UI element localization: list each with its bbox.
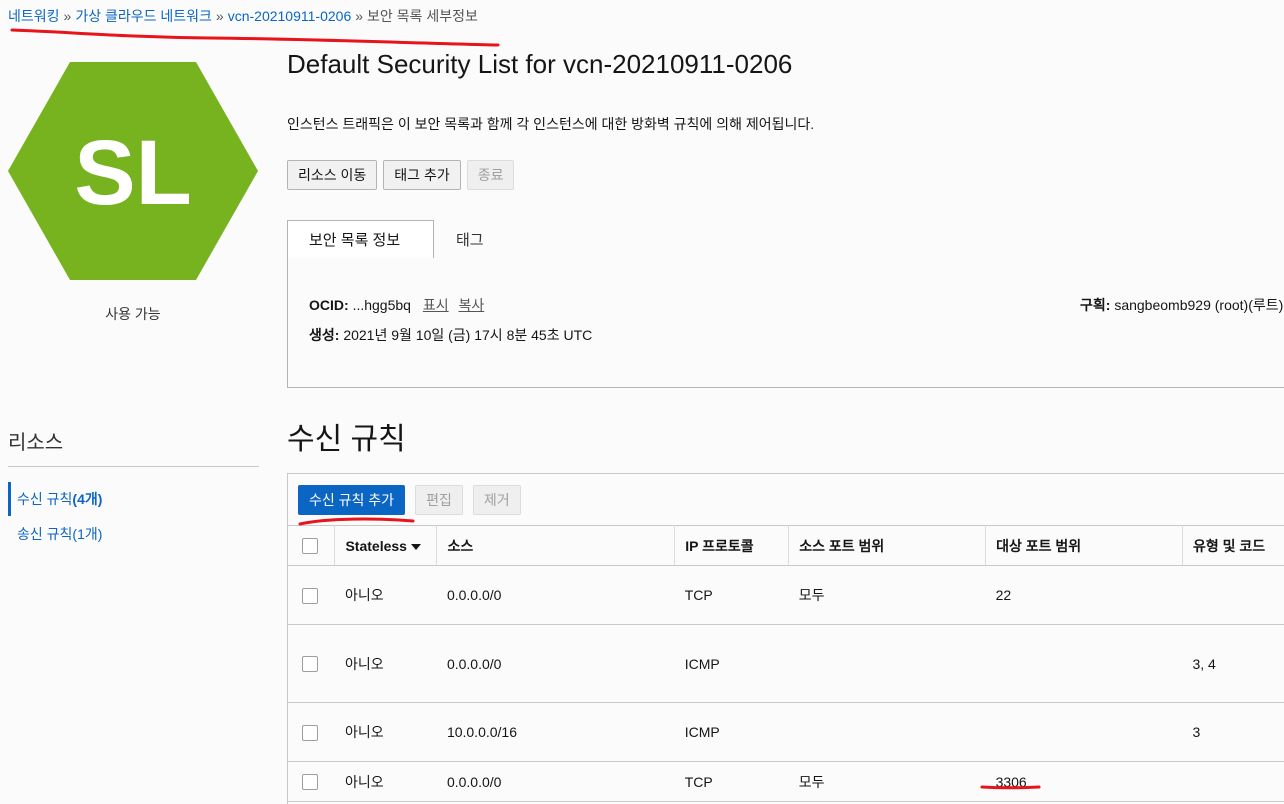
- page-title: Default Security List for vcn-20210911-0…: [287, 49, 793, 79]
- tab-security-list-info[interactable]: 보안 목록 정보: [287, 220, 434, 259]
- row-select-cell: [288, 761, 335, 802]
- created-label: 생성:: [309, 327, 340, 343]
- column-header-source-port-range: 소스 포트 범위: [788, 525, 987, 566]
- ingress-rules-table: 수신 규칙 추가 편집 제거 Stateless 소스 IP 프로토콜 소스 포…: [287, 473, 1284, 804]
- logo-text: SL: [74, 122, 192, 224]
- created-value: 2021년 9월 10일 (금) 17시 8분 45초 UTC: [343, 327, 593, 343]
- breadcrumb-separator: »: [63, 8, 72, 24]
- source-cell: 0.0.0.0/0: [436, 565, 675, 625]
- section-title: 수신 규칙: [287, 423, 406, 456]
- sidebar-item-count: (4개): [72, 491, 103, 507]
- sidebar-item-ingress-rules[interactable]: 수신 규칙 (4개): [8, 482, 259, 516]
- ocid-row: OCID: ...hgg5bq 표시 복사: [309, 295, 484, 315]
- rules-table: Stateless 소스 IP 프로토콜 소스 포트 범위 대상 포트 범위 유…: [288, 525, 1284, 802]
- column-header-type-and-code: 유형 및 코드: [1182, 525, 1284, 566]
- security-list-logo: SL: [8, 62, 258, 280]
- source-cell: 0.0.0.0/0: [436, 761, 675, 802]
- protocol-cell: TCP: [674, 565, 789, 625]
- destination-port-cell: [985, 624, 1183, 703]
- compartment-row: 구획: sangbeomb929 (root)(루트): [1080, 295, 1283, 315]
- protocol-cell: ICMP: [674, 624, 789, 703]
- table-row: 아니오 0.0.0.0/0 ICMP 3, 4: [288, 624, 1284, 703]
- breadcrumb-separator: »: [215, 8, 224, 24]
- add-ingress-rule-button[interactable]: 수신 규칙 추가: [298, 485, 406, 515]
- source-port-cell: [788, 624, 986, 703]
- destination-port-cell: 22: [985, 565, 1183, 625]
- page-description: 인스턴스 트래픽은 이 보안 목록과 함께 각 인스턴스에 대한 방화벽 규칙에…: [287, 116, 815, 132]
- row-checkbox[interactable]: [302, 587, 318, 604]
- detail-tabs: 보안 목록 정보 태그: [287, 220, 1284, 259]
- source-port-cell: 모두: [788, 761, 986, 802]
- row-select-cell: [288, 702, 335, 762]
- type-code-cell: [1182, 761, 1284, 802]
- sidebar-item-label: 수신 규칙: [17, 491, 73, 507]
- breadcrumb-vcn-list[interactable]: 가상 클라우드 네트워크: [75, 8, 212, 24]
- stateless-cell: 아니오: [334, 565, 437, 625]
- move-resource-button[interactable]: 리소스 이동: [287, 160, 378, 190]
- ocid-value: ...hgg5bq: [352, 297, 411, 313]
- sidebar-item-egress-rules[interactable]: 송신 규칙 (1개): [8, 517, 259, 551]
- column-header-stateless[interactable]: Stateless: [334, 525, 438, 566]
- compartment-label: 구획:: [1080, 297, 1111, 313]
- type-code-cell: [1182, 565, 1284, 625]
- column-header-destination-port-range: 대상 포트 범위: [985, 525, 1183, 566]
- select-all-cell: [288, 525, 336, 566]
- divider: [8, 466, 259, 467]
- status-label: 사용 가능: [105, 306, 161, 322]
- add-tags-button[interactable]: 태그 추가: [383, 160, 461, 190]
- destination-port-cell: 3306: [985, 761, 1183, 802]
- table-toolbar: 수신 규칙 추가 편집 제거: [298, 485, 521, 515]
- edit-button[interactable]: 편집: [415, 485, 463, 515]
- ocid-label: OCID:: [309, 297, 349, 313]
- terminate-button[interactable]: 종료: [466, 160, 515, 190]
- stateless-cell: 아니오: [334, 702, 437, 762]
- red-underline-annotation: [10, 28, 500, 47]
- protocol-cell: ICMP: [674, 702, 789, 762]
- breadcrumb: 네트워킹» 가상 클라우드 네트워크» vcn-20210911-0206» 보안 목…: [8, 6, 478, 26]
- source-port-cell: 모두: [788, 565, 986, 625]
- breadcrumb-vcn[interactable]: vcn-20210911-0206: [228, 8, 352, 24]
- breadcrumb-networking[interactable]: 네트워킹: [8, 8, 60, 24]
- stateless-cell: 아니오: [334, 761, 437, 802]
- sort-desc-icon: [410, 543, 421, 550]
- row-checkbox[interactable]: [302, 774, 318, 791]
- source-cell: 0.0.0.0/0: [436, 624, 675, 703]
- row-checkbox[interactable]: [302, 724, 318, 741]
- source-port-cell: [788, 702, 986, 762]
- column-header-ip-protocol: IP 프로토콜: [674, 525, 790, 566]
- ocid-copy-link[interactable]: 복사: [459, 297, 485, 313]
- action-buttons: 리소스 이동 태그 추가 종료: [287, 160, 515, 190]
- select-all-checkbox[interactable]: [302, 538, 318, 555]
- created-row: 생성: 2021년 9월 10일 (금) 17시 8분 45초 UTC: [309, 325, 592, 345]
- source-cell: 10.0.0.0/16: [436, 702, 675, 762]
- row-checkbox[interactable]: [302, 656, 318, 673]
- breadcrumb-separator: »: [355, 8, 364, 24]
- table-row: 아니오 0.0.0.0/0 TCP 모두 22: [288, 565, 1284, 625]
- table-row: 아니오 0.0.0.0/0 TCP 모두 3306: [288, 761, 1284, 802]
- info-panel: OCID: ...hgg5bq 표시 복사 생성: 2021년 9월 10일 (…: [287, 258, 1284, 388]
- row-select-cell: [288, 624, 335, 703]
- row-select-cell: [288, 565, 335, 625]
- stateless-cell: 아니오: [334, 624, 437, 703]
- compartment-value: sangbeomb929 (root)(루트): [1114, 297, 1284, 313]
- sidebar-item-label: 송신 규칙: [17, 526, 73, 542]
- sidebar-item-count: (1개): [72, 526, 103, 542]
- table-header-row: Stateless 소스 IP 프로토콜 소스 포트 범위 대상 포트 범위 유…: [288, 525, 1284, 566]
- ocid-show-link[interactable]: 표시: [423, 297, 449, 313]
- type-code-cell: 3: [1182, 702, 1284, 762]
- breadcrumb-current: 보안 목록 세부정보: [367, 8, 478, 24]
- resources-title: 리소스: [8, 432, 64, 454]
- tab-tags[interactable]: 태그: [435, 220, 505, 259]
- protocol-cell: TCP: [674, 761, 789, 802]
- table-row: 아니오 10.0.0.0/16 ICMP 3: [288, 702, 1284, 762]
- column-header-source: 소스: [436, 525, 676, 566]
- remove-button[interactable]: 제거: [472, 485, 521, 515]
- destination-port-cell: [985, 702, 1183, 762]
- type-code-cell: 3, 4: [1182, 624, 1284, 703]
